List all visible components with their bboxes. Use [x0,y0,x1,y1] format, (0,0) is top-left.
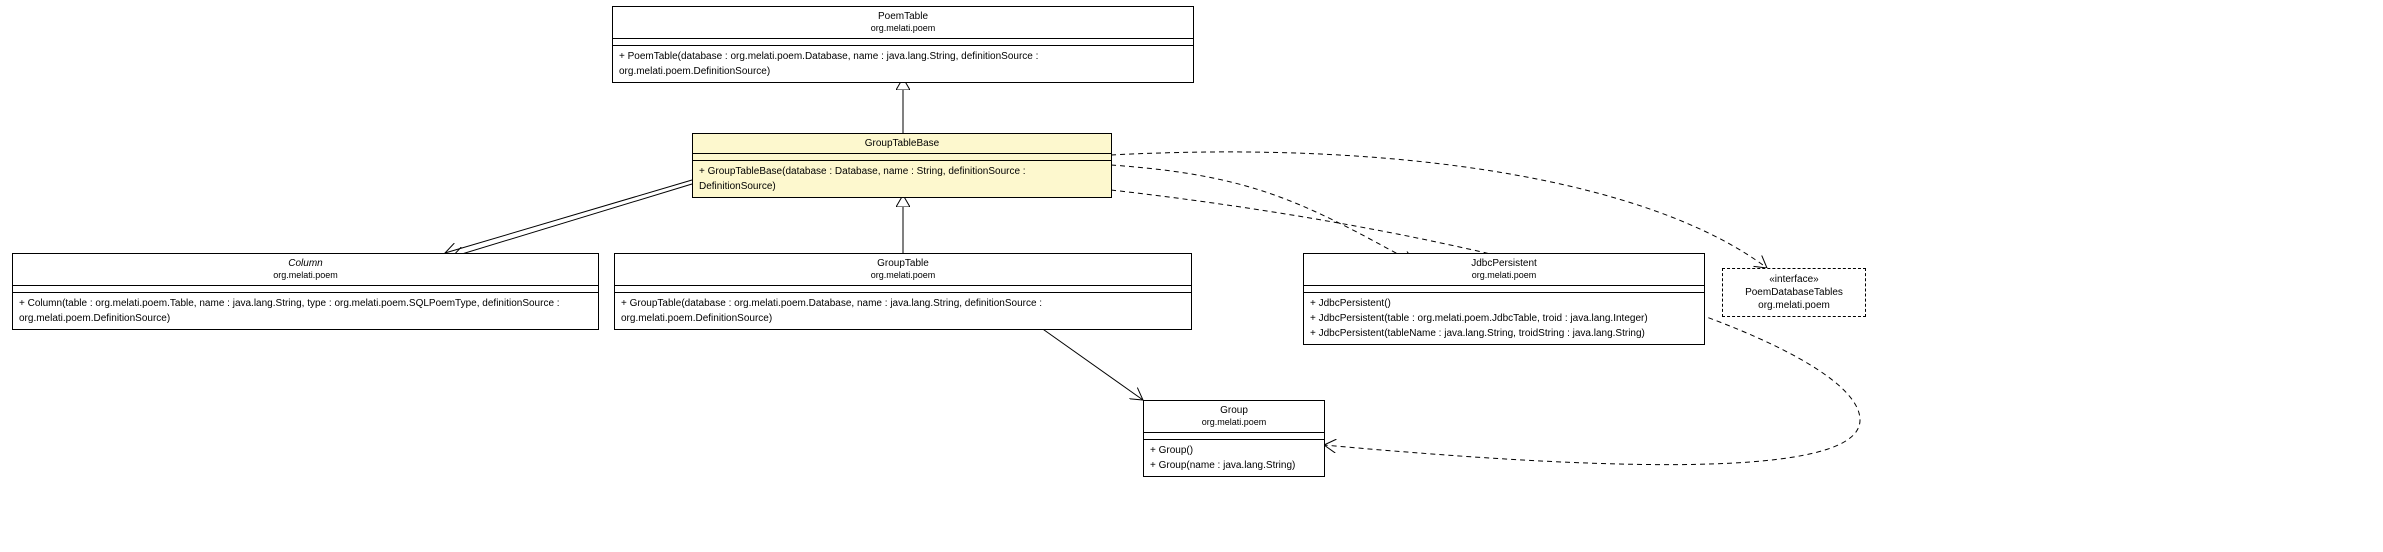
class-package: org.melati.poem [1310,270,1698,282]
class-group[interactable]: Group org.melati.poem + Group() + Group(… [1143,400,1325,477]
class-header: Group org.melati.poem [1144,401,1324,433]
class-package: org.melati.poem [619,23,1187,35]
class-header: PoemTable org.melati.poem [613,7,1193,39]
op-compartment: + JdbcPersistent() + JdbcPersistent(tabl… [1304,293,1704,344]
operation: + Column(table : org.melati.poem.Table, … [19,296,592,326]
op-compartment: + PoemTable(database : org.melati.poem.D… [613,46,1193,82]
class-jdbcpersistent[interactable]: JdbcPersistent org.melati.poem + JdbcPer… [1303,253,1705,345]
class-package: org.melati.poem [1150,417,1318,429]
class-header: Column org.melati.poem [13,254,598,286]
class-grouptablebase[interactable]: GroupTableBase + GroupTableBase(database… [692,133,1112,198]
operation: + PoemTable(database : org.melati.poem.D… [619,49,1187,79]
attr-compartment [13,286,598,293]
class-name: Group [1150,404,1318,417]
operation: + Group(name : java.lang.String) [1150,458,1318,473]
op-compartment: + Group() + Group(name : java.lang.Strin… [1144,440,1324,476]
attr-compartment [1304,286,1704,293]
attr-compartment [693,154,1111,161]
class-grouptable[interactable]: GroupTable org.melati.poem + GroupTable(… [614,253,1192,330]
class-package: org.melati.poem [621,270,1185,282]
class-header: GroupTable org.melati.poem [615,254,1191,286]
class-name: GroupTableBase [699,137,1105,150]
attr-compartment [1144,433,1324,440]
class-header: GroupTableBase [693,134,1111,154]
interface-package: org.melati.poem [1731,299,1857,312]
class-name: PoemTable [619,10,1187,23]
op-compartment: + Column(table : org.melati.poem.Table, … [13,293,598,329]
operation: + JdbcPersistent(table : org.melati.poem… [1310,311,1698,326]
attr-compartment [615,286,1191,293]
class-name: GroupTable [621,257,1185,270]
class-package: org.melati.poem [19,270,592,282]
class-header: JdbcPersistent org.melati.poem [1304,254,1704,286]
op-compartment: + GroupTable(database : org.melati.poem.… [615,293,1191,329]
attr-compartment [613,39,1193,46]
operation: + GroupTableBase(database : Database, na… [699,164,1105,194]
class-name: Column [19,257,592,270]
class-column[interactable]: Column org.melati.poem + Column(table : … [12,253,599,330]
operation: + JdbcPersistent() [1310,296,1698,311]
operation: + Group() [1150,443,1318,458]
op-compartment: + GroupTableBase(database : Database, na… [693,161,1111,197]
interface-name: PoemDatabaseTables [1731,286,1857,299]
operation: + JdbcPersistent(tableName : java.lang.S… [1310,326,1698,341]
operation: + GroupTable(database : org.melati.poem.… [621,296,1185,326]
interface-poemdatabasetables[interactable]: «interface» PoemDatabaseTables org.melat… [1722,268,1866,317]
interface-stereo: «interface» [1731,273,1857,286]
class-name: JdbcPersistent [1310,257,1698,270]
class-poemtable[interactable]: PoemTable org.melati.poem + PoemTable(da… [612,6,1194,83]
